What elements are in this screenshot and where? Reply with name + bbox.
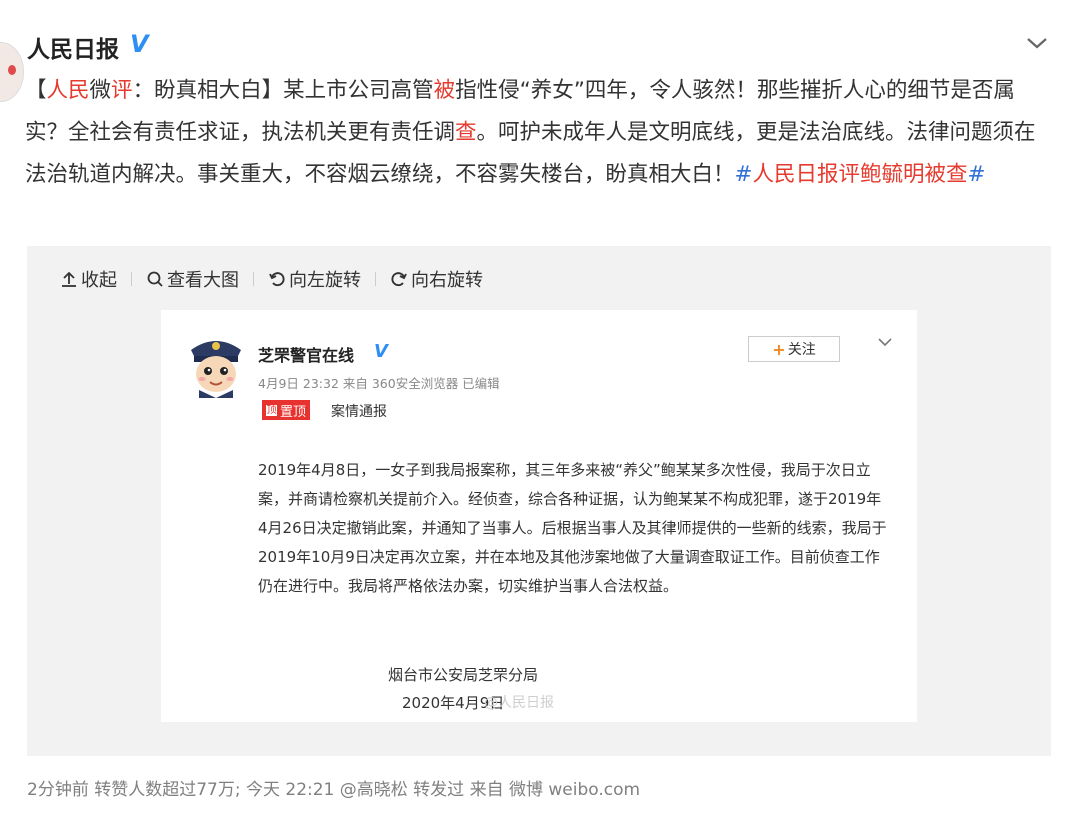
hashtag-link[interactable]: #人民日报评鲍毓明被查# (735, 162, 986, 187)
follow-label: 关注 (787, 342, 816, 358)
pinned-tag: 顶 置顶 (262, 400, 311, 420)
post-text: 【人民微评：盼真相大白】某上市公司高管被指性侵“养女”四年，令人骇然！那些摧折人… (25, 70, 1055, 196)
chevron-down-icon (878, 338, 892, 347)
rotate-left-button[interactable]: 向左旋转 (268, 266, 361, 292)
view-large-button[interactable]: 查看大图 (146, 266, 239, 292)
view-large-label: 查看大图 (167, 270, 239, 291)
highlight-text: 评 (111, 78, 133, 103)
hashtag-mark: # (734, 162, 753, 187)
pinned-label: 置顶 (280, 404, 307, 420)
text-segment: ：盼真相大白】某上市公司高管 (132, 78, 434, 103)
embedded-verified-icon: V (374, 341, 388, 362)
rotate-right-icon (391, 272, 407, 287)
highlight-text: 人民 (46, 78, 90, 103)
toolbar-divider (375, 272, 376, 286)
verified-badge-icon: V (130, 30, 149, 58)
collapse-button[interactable]: 收起 (60, 266, 117, 292)
text-segment: 微 (89, 78, 112, 103)
pin-icon: 顶 (266, 404, 277, 416)
embedded-follow-button: + 关注 (748, 336, 840, 362)
highlight-text: 被 (433, 78, 456, 103)
case-notice-body: 2019年4月8日，一女子到我局报案称，其三年多来被“养父”鲍某某多次性侵，我局… (258, 461, 887, 595)
highlight-text: 查 (455, 120, 477, 145)
plus-icon: + (772, 339, 786, 359)
rotate-left-label: 向左旋转 (289, 270, 361, 291)
embedded-account-name: 芝罘警官在线 (258, 346, 355, 365)
rotate-right-label: 向右旋转 (411, 270, 483, 291)
notice-signature-org: 烟台市公安局芝罘分局 (388, 666, 539, 684)
arrow-up-icon (62, 271, 76, 287)
image-watermark: @人民日报 (484, 695, 554, 711)
chevron-down-icon[interactable] (1024, 32, 1050, 54)
hashtag-mark: # (967, 162, 986, 187)
author-avatar[interactable] (0, 42, 24, 102)
search-icon (147, 271, 163, 287)
case-notice-title: 案情通报 (331, 404, 387, 420)
rotate-right-button[interactable]: 向右旋转 (390, 266, 483, 292)
embedded-post-meta: 4月9日 23:32 来自 360安全浏览器 已编辑 (258, 376, 500, 391)
text-segment: 【 (25, 78, 47, 103)
collapse-label: 收起 (81, 270, 117, 291)
hashtag-text: 人民日报评鲍毓明被查 (752, 162, 968, 187)
police-officer-avatar (191, 341, 241, 398)
post-author-name[interactable]: 人民日报 (27, 30, 119, 64)
post-footer-meta: 2分钟前 转赞人数超过77万; 今天 22:21 @高晓松 转发过 来自 微博 … (27, 780, 641, 800)
image-toolbar: 收起 查看大图 向左旋转 向右旋转 (60, 266, 483, 292)
toolbar-divider (131, 272, 132, 286)
toolbar-divider (253, 272, 254, 286)
rotate-left-icon (269, 272, 285, 287)
